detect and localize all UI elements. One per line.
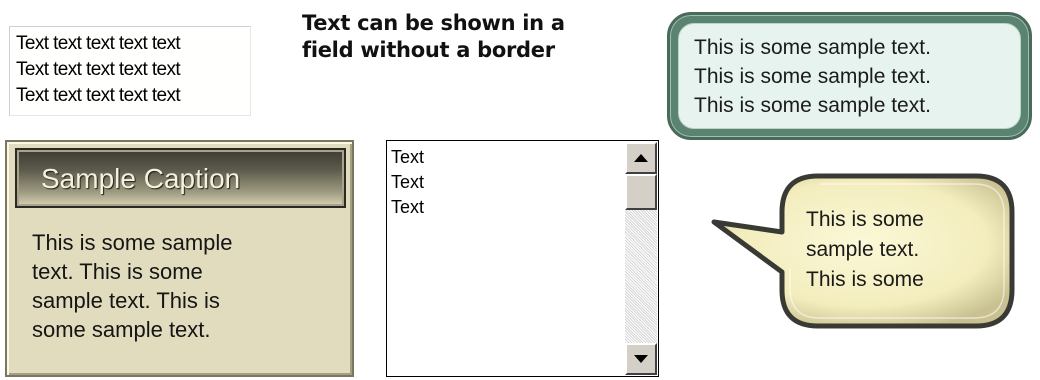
caption-bar: Sample Caption xyxy=(15,148,346,208)
vertical-scrollbar[interactable] xyxy=(625,142,657,375)
borderless-text-line: field without a border xyxy=(302,38,555,62)
caption-body-line: some sample text. xyxy=(32,317,211,342)
list-item[interactable]: Text xyxy=(391,145,424,170)
speech-bubble-line: This is some xyxy=(806,208,924,231)
scroll-up-button[interactable] xyxy=(625,142,657,174)
speech-bubble: This is some sample text. This is some xyxy=(706,172,1016,330)
triangle-up-icon xyxy=(634,153,648,162)
list-item[interactable]: Text xyxy=(391,195,424,220)
list-items: Text Text Text xyxy=(391,145,424,220)
scroll-down-button[interactable] xyxy=(625,343,657,375)
caption-body-line: text. This is some xyxy=(32,259,203,284)
borderless-text-field: Text can be shown in a field without a b… xyxy=(302,10,632,64)
borderless-text-line: Text can be shown in a xyxy=(302,11,565,35)
list-box[interactable]: Text Text Text xyxy=(386,140,659,377)
green-box-line: This is some sample text. xyxy=(694,94,931,117)
caption-body-line: sample text. This is xyxy=(32,288,220,313)
rounded-green-text-box: This is some sample text. This is some s… xyxy=(667,12,1032,140)
speech-bubble-line: sample text. xyxy=(806,238,920,261)
green-box-line: This is some sample text. xyxy=(694,65,931,88)
caption-title: Sample Caption xyxy=(41,163,241,194)
caption-panel: Sample Caption This is some sample text.… xyxy=(5,140,354,377)
text-field-line: Text text text text text xyxy=(16,59,181,80)
speech-bubble-line: This is some xyxy=(806,268,924,291)
bordered-text-field[interactable]: Text text text text text Text text text … xyxy=(9,26,251,116)
caption-body-line: This is some sample xyxy=(32,230,233,255)
green-box-line: This is some sample text. xyxy=(694,36,931,59)
list-item[interactable]: Text xyxy=(391,170,424,195)
caption-body-text: This is some sample text. This is some s… xyxy=(32,228,233,344)
triangle-down-icon xyxy=(634,354,648,363)
scroll-thumb[interactable] xyxy=(625,174,657,210)
text-field-line: Text text text text text xyxy=(16,33,181,54)
green-box-text: This is some sample text. This is some s… xyxy=(694,33,931,120)
speech-bubble-text: This is some sample text. This is some xyxy=(806,205,924,295)
text-field-line: Text text text text text xyxy=(16,85,181,106)
